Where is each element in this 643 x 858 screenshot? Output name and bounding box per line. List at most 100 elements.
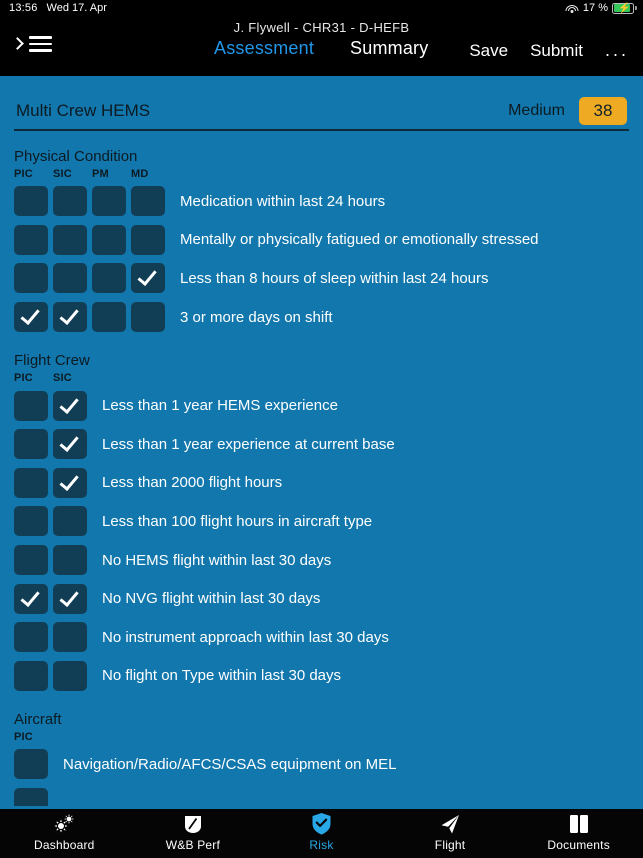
checkbox-sic[interactable]	[53, 467, 87, 498]
assessment-row: Less than 2000 flight hours	[0, 464, 643, 503]
checkbox-sic[interactable]	[53, 583, 87, 614]
assessment-header: Multi Crew HEMS Medium 38	[0, 90, 643, 132]
tab-risk[interactable]: Risk	[257, 806, 386, 858]
checkbox-sic[interactable]	[53, 224, 87, 255]
checkbox-md[interactable]	[131, 263, 165, 294]
checkbox-pic[interactable]	[14, 186, 48, 217]
checkbox-pic[interactable]	[14, 660, 48, 691]
tab-summary[interactable]: Summary	[332, 38, 446, 59]
check-icon	[20, 304, 40, 326]
row-label: Navigation/Radio/AFCS/CSAS equipment on …	[63, 755, 397, 773]
more-options-button[interactable]: ...	[605, 40, 629, 61]
checkbox-pic[interactable]	[14, 224, 48, 255]
checkbox-pm[interactable]	[92, 302, 126, 333]
checkbox-pic[interactable]	[14, 622, 48, 653]
checkbox-pic[interactable]	[14, 302, 48, 333]
checkbox-md[interactable]	[131, 302, 165, 333]
balance-icon	[182, 813, 204, 835]
assessment-row	[0, 784, 643, 806]
wifi-icon	[565, 3, 579, 13]
tab-wb-perf[interactable]: W&B Perf	[129, 806, 258, 858]
assessment-section: Physical Condition PIC SIC PM MD Medication w…	[0, 148, 643, 336]
column-header: PIC	[14, 731, 33, 744]
risk-summary: Medium 38	[508, 97, 627, 125]
assessment-sections: Physical Condition PIC SIC PM MD Medication w…	[0, 148, 643, 806]
nav-actions: Save Submit ...	[469, 40, 629, 61]
checkbox-pic[interactable]	[14, 263, 48, 294]
nav-bar: J. Flywell - CHR31 - D-HEFB Assessment S…	[0, 16, 643, 76]
assessment-row: Less than 100 flight hours in aircraft t…	[0, 502, 643, 541]
row-label: No flight on Type within last 30 days	[102, 667, 342, 685]
checkbox-pic[interactable]	[14, 583, 48, 614]
tab-flight[interactable]: Flight	[386, 806, 515, 858]
submit-button[interactable]: Submit	[530, 41, 583, 61]
status-time: 13:56	[9, 2, 38, 14]
row-label: Less than 2000 flight hours	[102, 474, 283, 492]
check-icon	[59, 470, 79, 491]
checkbox-pic[interactable]	[14, 429, 48, 460]
checkbox-pic[interactable]	[14, 390, 48, 421]
save-button[interactable]: Save	[469, 41, 508, 61]
assessment-row: Navigation/Radio/AFCS/CSAS equipment on …	[0, 745, 643, 784]
tab-risk-label: Risk	[309, 837, 334, 852]
hamburger-icon[interactable]	[29, 36, 52, 52]
column-header: PIC	[14, 372, 33, 385]
chevron-right-icon[interactable]	[12, 36, 22, 52]
checkbox-md[interactable]	[131, 224, 165, 255]
status-date: Wed 17. Apr	[46, 2, 107, 14]
checkbox-pic[interactable]	[14, 506, 48, 537]
book-icon	[568, 813, 590, 835]
tab-wb-perf-label: W&B Perf	[165, 837, 221, 852]
row-label: Less than 1 year HEMS experience	[102, 397, 338, 415]
column-header: PM	[92, 168, 109, 180]
checkbox-pm[interactable]	[92, 224, 126, 255]
checkbox-pic[interactable]	[14, 467, 48, 498]
column-headers: PIC SIC PM MD	[0, 168, 643, 182]
checkbox-sic[interactable]	[53, 506, 87, 537]
risk-level-label: Medium	[508, 102, 565, 119]
assessment-row: Mentally or physically fatigued or emoti…	[0, 221, 643, 260]
tab-documents[interactable]: Documents	[514, 806, 643, 858]
checkbox-sic[interactable]	[53, 186, 87, 217]
tab-bar-accent	[0, 806, 643, 809]
checkbox-sic[interactable]	[53, 302, 87, 333]
assessment-row: Less than 1 year experience at current b…	[0, 425, 643, 464]
tab-documents-label: Documents	[547, 837, 610, 852]
checkbox-md[interactable]	[131, 186, 165, 217]
row-label: Mentally or physically fatigued or emoti…	[180, 231, 539, 249]
section-title: Aircraft	[14, 711, 62, 729]
assessment-row: No NVG flight within last 30 days	[0, 579, 643, 618]
column-headers: PIC	[0, 731, 643, 745]
tab-dashboard[interactable]: Dashboard	[0, 806, 129, 858]
checkbox-pm[interactable]	[92, 186, 126, 217]
page-title: Multi Crew HEMS	[16, 101, 151, 120]
column-header: MD	[131, 168, 149, 180]
checkbox-sic[interactable]	[53, 545, 87, 576]
assessment-section: Flight Crew PIC SIC Less than 1 year HEMS e…	[0, 352, 643, 695]
assessment-row: 3 or more days on shift	[0, 298, 643, 337]
row-label: 3 or more days on shift	[180, 308, 333, 326]
checkbox-sic[interactable]	[53, 429, 87, 460]
shield-check-icon	[311, 813, 332, 835]
header-divider	[14, 129, 629, 131]
status-bar: 13:56 Wed 17. Apr 17 % ⚡	[0, 0, 643, 16]
checkbox-sic[interactable]	[53, 660, 87, 691]
checkbox-pic[interactable]	[14, 788, 48, 806]
nav-left-controls	[12, 36, 52, 52]
checkbox-sic[interactable]	[53, 622, 87, 653]
checkbox-sic[interactable]	[53, 390, 87, 421]
row-label: No HEMS flight within last 30 days	[102, 551, 332, 569]
battery-percent: 17 %	[582, 2, 608, 14]
tab-assessment[interactable]: Assessment	[196, 38, 332, 59]
bottom-tab-bar: Dashboard W&B Perf Risk Flight Documents	[0, 806, 643, 858]
gears-icon	[52, 813, 76, 835]
checkbox-pm[interactable]	[92, 263, 126, 294]
nav-tab-group: Assessment Summary	[196, 38, 446, 59]
row-label: No NVG flight within last 30 days	[102, 590, 321, 608]
checkbox-sic[interactable]	[53, 263, 87, 294]
row-label: Medication within last 24 hours	[180, 192, 386, 210]
assessment-row: No instrument approach within last 30 da…	[0, 618, 643, 657]
checkbox-pic[interactable]	[14, 545, 48, 576]
checkbox-pic[interactable]	[14, 749, 48, 780]
